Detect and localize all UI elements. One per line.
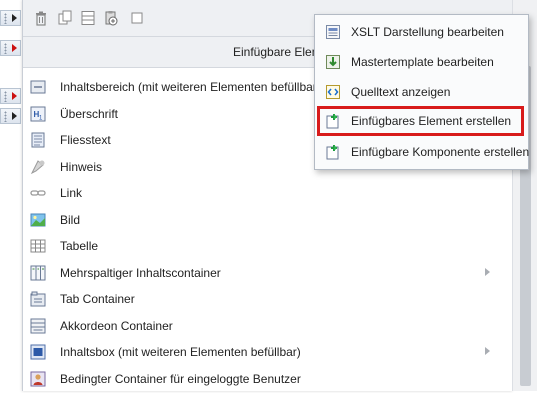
- submenu-arrow-icon: [485, 268, 490, 276]
- menu-item-xslt[interactable]: XSLT Darstellung bearbeiten: [315, 17, 528, 47]
- menu-item-source[interactable]: Quelltext anzeigen: [315, 77, 528, 107]
- menu-item-create-element[interactable]: Einfügbares Element erstellen: [317, 106, 524, 136]
- expand-arrow-icon: [12, 44, 17, 52]
- list-item[interactable]: Inhaltsbox (mit weiteren Elementen befül…: [23, 340, 512, 367]
- list-item[interactable]: Bild: [23, 208, 512, 235]
- content-area-icon: [30, 79, 46, 95]
- list-item[interactable]: Bedingter Container für eingeloggte Benu…: [23, 367, 512, 393]
- source-code-icon: [325, 84, 341, 100]
- hint-icon: [30, 159, 46, 175]
- accordion-icon: [30, 318, 46, 334]
- heading-icon: H1: [30, 106, 46, 122]
- checkbox-icon[interactable]: [129, 10, 145, 26]
- xslt-icon: [325, 24, 341, 40]
- mastertemplate-icon: [325, 54, 341, 70]
- paste-icon[interactable]: [103, 10, 119, 26]
- text-icon: [30, 132, 46, 148]
- copy-icon[interactable]: [57, 10, 73, 26]
- create-component-icon: [325, 144, 341, 160]
- menu-item-create-component[interactable]: Einfügbare Komponente erstellen: [315, 137, 528, 167]
- expand-arrow-icon: [12, 112, 17, 120]
- submenu-arrow-icon: [485, 347, 490, 355]
- expand-arrow-icon: [12, 92, 17, 100]
- context-menu: XSLT Darstellung bearbeiten Mastertempla…: [314, 14, 529, 170]
- drag-handle-active[interactable]: [0, 88, 21, 104]
- user-container-icon: [30, 371, 46, 387]
- drag-handle[interactable]: [0, 10, 21, 26]
- list-item[interactable]: Tabelle: [23, 234, 512, 261]
- list-item[interactable]: Akkordeon Container: [23, 314, 512, 341]
- drag-handle-active[interactable]: [0, 40, 21, 56]
- list-item[interactable]: Tab Container: [23, 287, 512, 314]
- table-icon: [30, 238, 46, 254]
- content-box-icon: [30, 344, 46, 360]
- drag-handle[interactable]: [0, 108, 21, 124]
- menu-item-mastertemplate[interactable]: Mastertemplate bearbeiten: [315, 47, 528, 77]
- list-item[interactable]: Link: [23, 181, 512, 208]
- create-element-icon: [325, 113, 341, 129]
- expand-arrow-icon: [12, 14, 17, 22]
- image-icon: [30, 212, 46, 228]
- link-icon: [30, 185, 46, 201]
- layout-icon[interactable]: [80, 10, 96, 26]
- trash-icon[interactable]: [33, 10, 49, 26]
- list-item[interactable]: Mehrspaltiger Inhaltscontainer: [23, 261, 512, 288]
- columns-icon: [30, 265, 46, 281]
- left-gutter: [0, 0, 22, 391]
- tab-container-icon: [30, 291, 46, 307]
